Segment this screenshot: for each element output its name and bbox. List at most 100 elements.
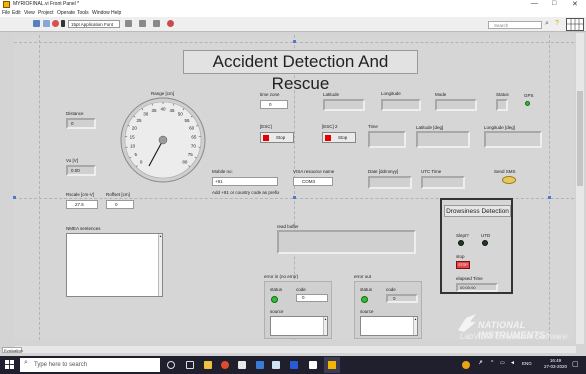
guide-marker: [13, 196, 16, 199]
minimize-button[interactable]: —: [531, 0, 538, 7]
roffset-input[interactable]: 0: [106, 200, 134, 209]
error-out-source-scrollbar[interactable]: ▲: [413, 317, 417, 335]
vertical-scrollbar[interactable]: [576, 33, 584, 344]
panel-guide-right: [549, 35, 550, 340]
pause-icon[interactable]: [61, 20, 65, 27]
range-gauge[interactable]: 05101520253035 40 4550556065707580: [119, 96, 207, 184]
volume-icon[interactable]: ◄: [510, 360, 515, 366]
gauge-tick-label: 15: [130, 135, 136, 140]
title-bar: MYRIOFINAL.vi Front Panel * — □ ✕: [0, 0, 586, 9]
maximize-button[interactable]: □: [552, 0, 556, 7]
send-sms-button[interactable]: [502, 176, 516, 184]
horizontal-scrollbar[interactable]: [14, 346, 576, 353]
distribute-objects-icon[interactable]: [139, 20, 146, 27]
chrome-icon[interactable]: [221, 361, 229, 369]
evaluation-tab[interactable]: Evaluation: [2, 347, 23, 353]
menu-edit[interactable]: Edit: [12, 10, 21, 16]
abort-icon[interactable]: [52, 20, 59, 27]
gps-led: [525, 101, 530, 106]
ni-eagle-logo: [457, 313, 477, 333]
taskbar-clock[interactable]: 16:49 27-03-2020: [544, 358, 567, 370]
search-icon[interactable]: ⌕: [545, 20, 549, 28]
guide-marker: [548, 196, 551, 199]
tray-chevron-icon[interactable]: ^: [491, 360, 493, 366]
mail-icon[interactable]: [290, 361, 298, 369]
stop-square-icon: [263, 135, 269, 141]
drowsiness-stop-button[interactable]: STOP: [456, 261, 470, 269]
gauge-tick-label: 25: [136, 118, 142, 123]
esc2-stop-button[interactable]: Stop: [322, 132, 356, 143]
network-icon[interactable]: ▭: [500, 360, 505, 366]
utc-label: UTC Time: [421, 169, 442, 174]
esc-stop-button[interactable]: Stop: [260, 132, 294, 143]
menu-project[interactable]: Project: [38, 10, 54, 16]
tray-app-icon[interactable]: [462, 361, 470, 369]
vi-connector-pane-icon[interactable]: [566, 18, 584, 31]
reorder-icon[interactable]: [167, 20, 174, 27]
date-indicator: [368, 176, 412, 189]
menu-window[interactable]: Window: [92, 10, 110, 16]
nmea-textarea[interactable]: ▲: [66, 233, 163, 297]
esc-stop-button-label: Stop: [276, 135, 286, 140]
align-objects-icon[interactable]: [125, 20, 132, 27]
cortana-icon[interactable]: [167, 361, 175, 369]
gauge-tick-label: 30: [143, 112, 149, 117]
menu-help[interactable]: Help: [111, 10, 121, 16]
read-buffer-indicator: [277, 230, 416, 254]
menu-file[interactable]: File: [2, 10, 10, 16]
stop-label: stop: [456, 254, 465, 259]
menu-view[interactable]: View: [24, 10, 35, 16]
error-in-code-input[interactable]: 0: [296, 294, 328, 302]
time-indicator: [368, 131, 406, 148]
error-out-source-text[interactable]: ▲: [360, 316, 418, 336]
notifications-icon[interactable]: ▢: [572, 360, 579, 368]
gauge-tick-label: 70: [191, 144, 197, 149]
photos-icon[interactable]: [272, 361, 280, 369]
labview-taskbar-item[interactable]: [324, 357, 340, 373]
close-button[interactable]: ✕: [572, 0, 578, 8]
longitude-indicator: [381, 99, 421, 111]
resize-objects-icon[interactable]: [153, 20, 160, 27]
app-icon[interactable]: [256, 361, 264, 369]
error-out-status-led: [361, 296, 368, 303]
time-label: Time: [368, 124, 378, 129]
taskbar-search-input[interactable]: Type here to search: [20, 358, 160, 372]
file-explorer-icon[interactable]: [204, 361, 212, 369]
nmea-scrollbar[interactable]: ▲: [158, 234, 162, 296]
guide-marker: [293, 196, 296, 199]
taskbar-search-icon: ⌕: [24, 359, 28, 366]
time-zone-input[interactable]: 0: [260, 100, 288, 109]
menu-operate[interactable]: Operate: [57, 10, 75, 16]
status-indicator: [496, 99, 508, 111]
search-input[interactable]: Search: [488, 21, 542, 29]
gauge-tick-label: 20: [132, 126, 138, 131]
language-indicator[interactable]: ENG: [522, 361, 532, 366]
run-continuously-icon[interactable]: [43, 20, 50, 27]
store-icon[interactable]: [309, 361, 317, 369]
mobile-hint: Add +91 or country code as prefix: [212, 190, 280, 195]
scrollbar-thumb[interactable]: [577, 91, 583, 186]
error-in-source-scrollbar[interactable]: ▲: [323, 317, 327, 335]
mobile-input[interactable]: +91: [212, 177, 278, 186]
help-icon[interactable]: ?: [555, 20, 559, 27]
utd-led: [482, 240, 488, 246]
task-view-icon[interactable]: [186, 361, 194, 369]
font-select[interactable]: 15pt Application Font: [68, 20, 120, 28]
people-icon[interactable]: ዖ: [479, 360, 483, 367]
vo-indicator: 0.00: [66, 165, 96, 176]
dropbox-icon[interactable]: [238, 361, 246, 369]
gauge-tick-label: 40: [160, 107, 166, 112]
panel-guide-left: [39, 35, 40, 340]
page-title: Accident Detection And Rescue: [183, 50, 418, 93]
rscale-input[interactable]: 27.5: [66, 200, 98, 209]
error-in-source-text[interactable]: ▲: [270, 316, 328, 336]
windows-start-icon[interactable]: [5, 360, 14, 369]
visa-resource-select[interactable]: COM3: [293, 177, 333, 186]
run-icon[interactable]: [33, 20, 40, 27]
gauge-tick-label: 80: [182, 159, 188, 164]
menu-tools[interactable]: Tools: [77, 10, 89, 16]
send-sms-label: Send SMS: [494, 169, 516, 174]
labview-app-icon: [3, 1, 10, 8]
error-out-cluster: status code 0 source ▲: [354, 281, 422, 339]
distance-label: Distance: [66, 111, 84, 116]
